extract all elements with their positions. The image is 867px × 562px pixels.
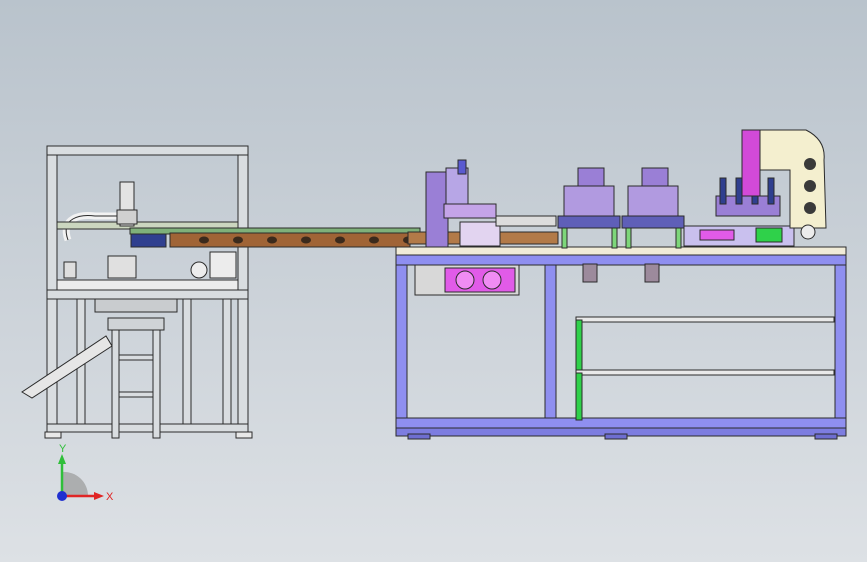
guide-rod <box>675 227 682 249</box>
triad-quadrant <box>62 471 89 496</box>
coordinate-triad: Y X <box>57 443 114 503</box>
foot <box>44 431 62 439</box>
leveling-foot <box>814 433 838 440</box>
z-axis-dot <box>57 491 67 501</box>
shelf-support <box>575 319 583 371</box>
bracket <box>582 263 598 283</box>
cad-graphics-area[interactable]: Y X <box>0 0 867 562</box>
belt-hole <box>233 236 243 244</box>
press-head <box>641 167 669 187</box>
table-top-plate <box>395 246 847 256</box>
cylinder-head <box>116 209 138 225</box>
belt-hole <box>335 236 345 244</box>
stand-rung <box>118 391 154 398</box>
press-station-2[interactable] <box>621 167 685 249</box>
work-plate <box>56 279 239 291</box>
leveling-foot <box>604 433 628 440</box>
stand-leg <box>111 317 120 439</box>
shelf-support <box>575 372 583 421</box>
y-axis-label: Y <box>59 443 67 455</box>
guide-rod <box>625 227 632 249</box>
pink-fixture <box>699 229 735 241</box>
table-bottom-beam <box>395 417 847 429</box>
bracket <box>644 263 660 283</box>
gearbox <box>209 251 237 279</box>
nozzle <box>719 177 727 205</box>
motor <box>107 255 137 279</box>
guide-rod <box>611 227 618 249</box>
stand-clamp <box>107 317 165 331</box>
belt-hole <box>199 236 209 244</box>
left-mid-beam <box>46 289 249 300</box>
bracket-hole <box>804 180 816 192</box>
left-inner-post <box>222 298 232 425</box>
roller <box>482 270 502 290</box>
feed-base <box>459 221 501 247</box>
pulley <box>190 261 208 279</box>
press-head <box>577 167 605 187</box>
roller <box>455 270 475 290</box>
bracket-hole <box>804 158 816 170</box>
right-workbench[interactable] <box>395 246 847 440</box>
rail-segment <box>495 215 557 227</box>
nozzle <box>767 177 775 205</box>
table-top-beam <box>395 254 847 266</box>
left-inner-post <box>182 298 192 425</box>
table-leg <box>395 264 408 431</box>
belt-hole <box>369 236 379 244</box>
press-body <box>627 185 679 217</box>
stand-rung <box>118 354 154 361</box>
leveling-foot <box>407 433 431 440</box>
green-fixture <box>755 227 783 243</box>
guide-rod <box>561 227 568 249</box>
foot <box>235 431 253 439</box>
table-leg <box>834 264 847 431</box>
belt-hole <box>301 236 311 244</box>
machine-assembly-model[interactable] <box>0 0 867 562</box>
feed-platform <box>443 203 497 219</box>
left-bottom-beam <box>46 423 249 433</box>
left-frame-module[interactable] <box>21 145 253 439</box>
tray <box>94 298 178 313</box>
bracket-hole <box>804 202 816 214</box>
belt-hole <box>267 236 277 244</box>
sensor-bracket <box>63 261 77 279</box>
cylinder-rod <box>457 159 467 175</box>
stand-leg <box>152 317 161 439</box>
x-axis-label: X <box>106 491 114 503</box>
motor-end <box>800 224 816 240</box>
y-axis-arrowhead <box>58 454 66 464</box>
press-body <box>563 185 615 217</box>
nozzle <box>735 177 743 205</box>
press-station-1[interactable] <box>557 167 621 249</box>
press-plate <box>557 215 621 229</box>
left-top-beam <box>46 145 249 156</box>
shelf <box>575 316 835 323</box>
shelf <box>575 369 835 376</box>
pick-place-station[interactable] <box>683 129 827 247</box>
discharge-chute <box>21 335 113 399</box>
vertical-actuator <box>741 129 761 197</box>
table-leg <box>544 264 557 431</box>
x-axis-arrowhead <box>94 492 104 500</box>
press-plate <box>621 215 685 229</box>
